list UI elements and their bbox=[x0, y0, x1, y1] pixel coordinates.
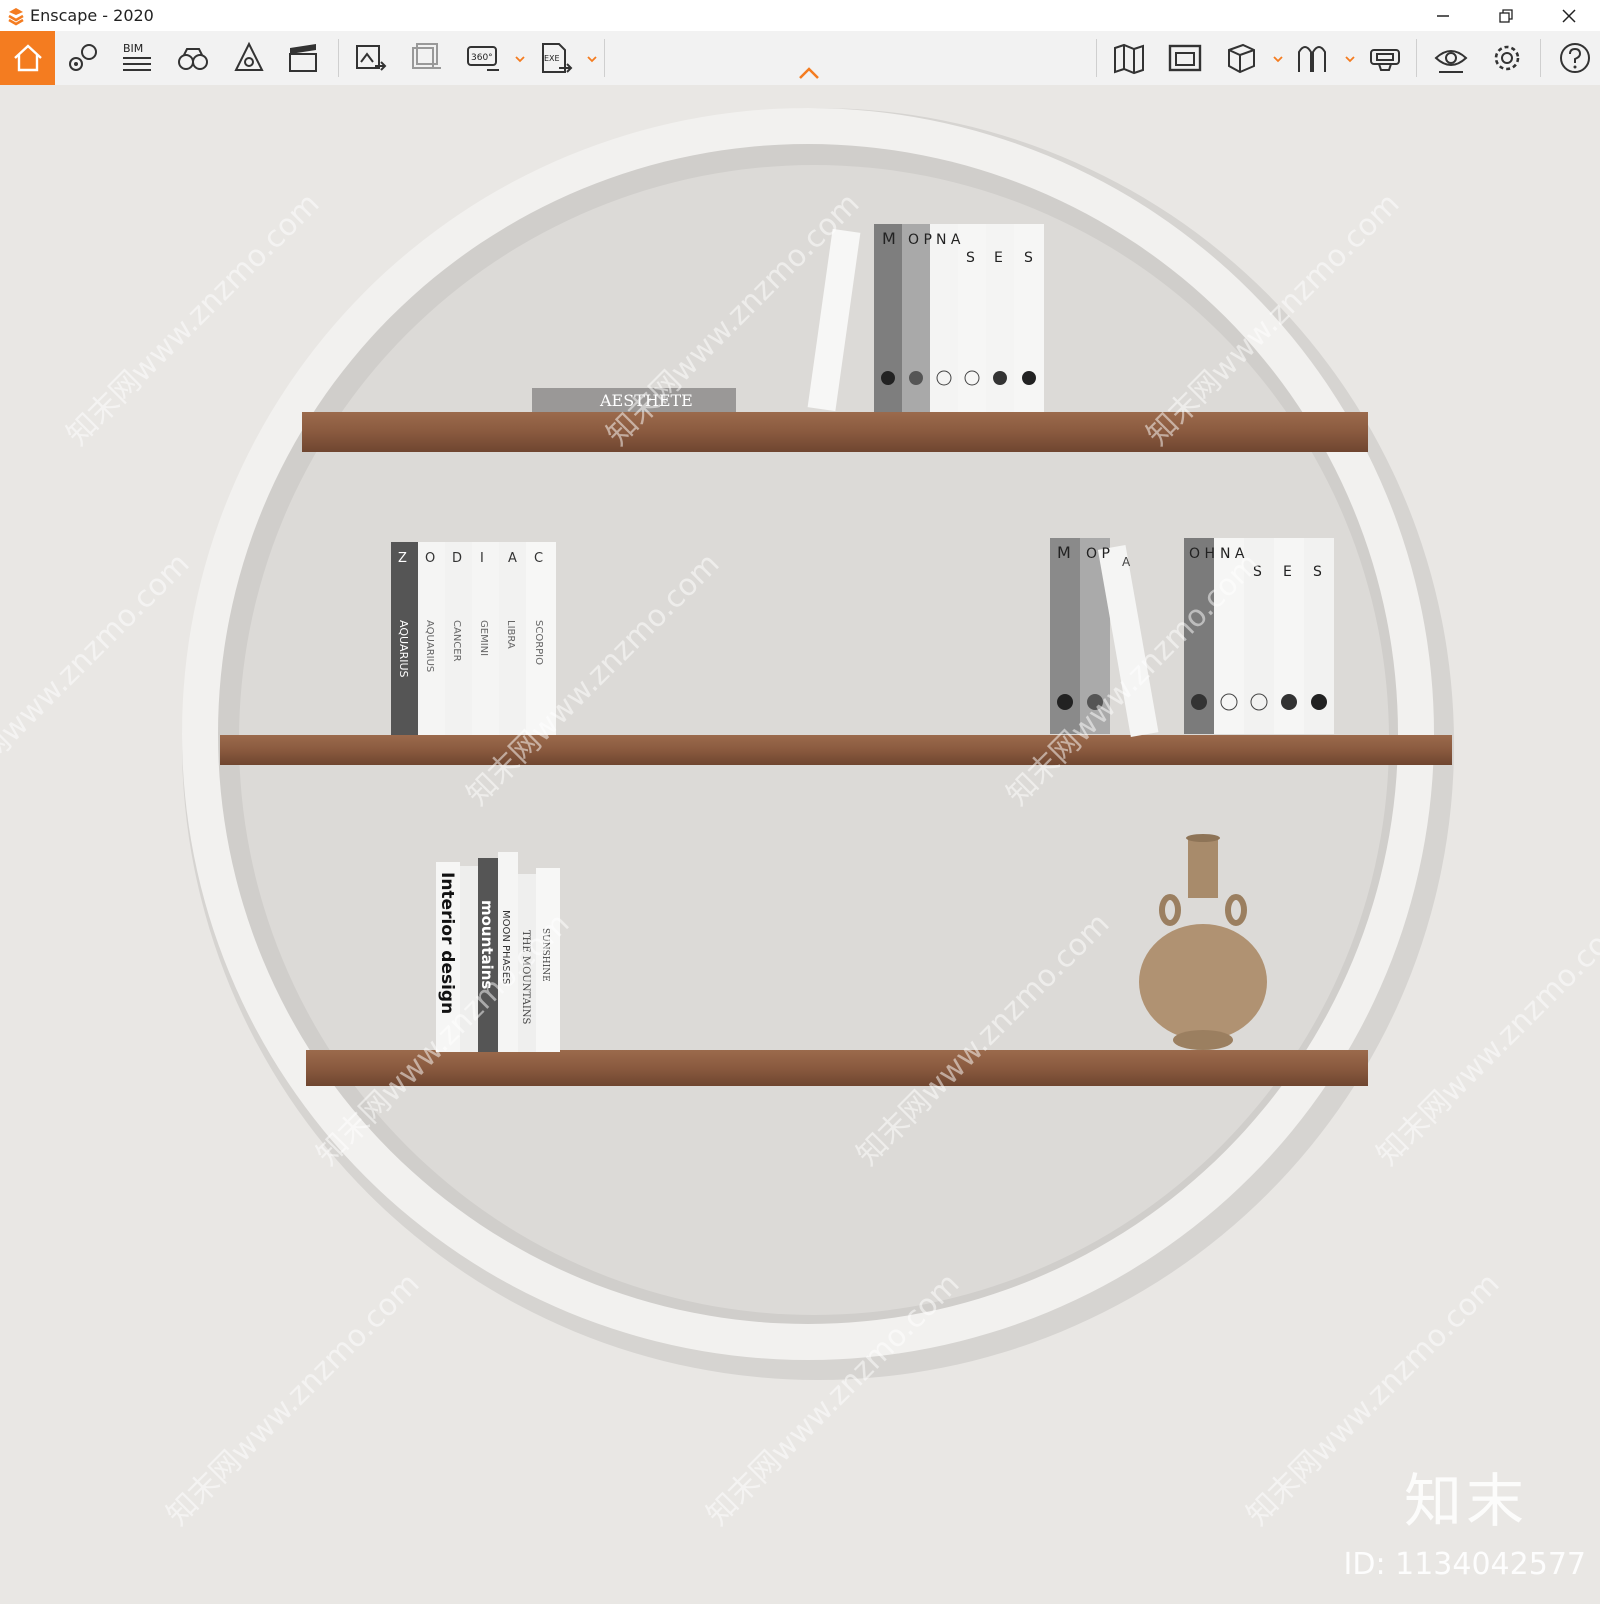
vr-headset-icon bbox=[1370, 49, 1400, 71]
annotation-dropdown-chevron-icon[interactable] bbox=[1344, 53, 1356, 65]
restore-button[interactable] bbox=[1474, 0, 1537, 31]
book-letter: S bbox=[1024, 250, 1033, 266]
export-exe-icon: EXE bbox=[542, 43, 573, 73]
shelf-middle bbox=[220, 735, 1452, 765]
book-letter: M bbox=[882, 229, 896, 248]
batch-render-button[interactable] bbox=[404, 35, 450, 81]
book-letter: M bbox=[1057, 543, 1071, 562]
enscape-logo-icon bbox=[8, 7, 24, 25]
moon-phase-icon bbox=[1311, 694, 1327, 710]
map-button[interactable] bbox=[1106, 35, 1152, 81]
book-letter: O P bbox=[1086, 546, 1110, 562]
collaborative-annotation-button[interactable] bbox=[1290, 35, 1336, 81]
light-object-icon bbox=[234, 41, 264, 71]
book-letter: A bbox=[1122, 555, 1131, 569]
moon-phase-icon bbox=[909, 371, 923, 385]
book-spine-text: AQUARIUS bbox=[424, 620, 435, 672]
close-button[interactable] bbox=[1537, 0, 1600, 31]
book-spine-text: CANCER bbox=[451, 620, 462, 662]
objects-button[interactable] bbox=[226, 35, 272, 81]
restore-icon bbox=[1498, 8, 1513, 23]
screenshot-icon bbox=[1168, 44, 1202, 72]
book-letter: O P bbox=[908, 232, 932, 248]
collapse-toolbar-chevron-icon[interactable] bbox=[798, 66, 820, 80]
video-editor-button[interactable] bbox=[280, 35, 326, 81]
book-na bbox=[930, 224, 958, 412]
moon-phase-icon bbox=[1191, 694, 1207, 710]
minimize-icon bbox=[1436, 14, 1449, 17]
panorama-dropdown-chevron-icon[interactable] bbox=[514, 53, 526, 65]
book-letter: I bbox=[480, 551, 484, 566]
eye-icon bbox=[1434, 50, 1468, 73]
export-exe-button[interactable]: EXE bbox=[532, 35, 578, 81]
bim-icon: BIM bbox=[123, 42, 151, 71]
toolbar-divider bbox=[1416, 39, 1417, 77]
render-viewport[interactable]: AESTHETE M O P N A S E S Z O D I A C AQU… bbox=[0, 85, 1600, 1600]
render-image-icon bbox=[356, 45, 387, 71]
book-letter: E bbox=[1283, 564, 1292, 580]
shelf-top bbox=[302, 412, 1368, 452]
exe-label: EXE bbox=[544, 54, 560, 63]
home-button[interactable] bbox=[0, 31, 55, 85]
visual-settings-button[interactable] bbox=[1428, 35, 1474, 81]
help-icon bbox=[1560, 43, 1590, 73]
book-letter: O bbox=[425, 551, 435, 566]
book-letter: Z bbox=[398, 551, 407, 566]
panorama-button[interactable]: 360° bbox=[460, 35, 506, 81]
general-settings-button[interactable] bbox=[1484, 35, 1530, 81]
book-letter: A bbox=[508, 551, 517, 566]
window-title: Enscape - 2020 bbox=[30, 6, 154, 25]
export-dropdown-chevron-icon[interactable] bbox=[586, 53, 598, 65]
bookshelf-render: AESTHETE M O P N A S E S Z O D I A C AQU… bbox=[0, 85, 1600, 1600]
book-spine-text: GEMINI bbox=[478, 620, 489, 656]
batch-render-icon bbox=[412, 43, 441, 69]
orthographic-view-button[interactable] bbox=[1218, 35, 1264, 81]
book-letter: D bbox=[452, 551, 462, 566]
view-dropdown-chevron-icon[interactable] bbox=[1272, 53, 1284, 65]
asset-library-button[interactable] bbox=[60, 35, 106, 81]
render-image-button[interactable] bbox=[348, 35, 394, 81]
bim-button[interactable]: BIM bbox=[114, 35, 160, 81]
asset-id-label: ID: 1134042577 bbox=[1343, 1547, 1586, 1582]
book-letter: E bbox=[994, 250, 1003, 266]
moon-phase-icon bbox=[1022, 371, 1036, 385]
close-icon bbox=[1561, 8, 1576, 23]
book-letter: O H bbox=[1189, 546, 1215, 562]
moon-phase-icon bbox=[881, 371, 895, 385]
book-spine-text: LIBRA bbox=[505, 620, 516, 649]
toolbar-divider bbox=[1096, 39, 1097, 77]
moon-phase-icon bbox=[1281, 694, 1297, 710]
book-letter: S bbox=[1313, 564, 1322, 580]
gear-icon bbox=[1494, 45, 1520, 71]
brand-watermark: 知末 bbox=[1403, 1467, 1528, 1535]
vr-headset-button[interactable] bbox=[1362, 35, 1408, 81]
toolbar-divider bbox=[604, 39, 605, 77]
book-spine-text: SCORPIO bbox=[533, 620, 544, 665]
help-button[interactable] bbox=[1552, 35, 1598, 81]
book-letter: C bbox=[534, 551, 543, 566]
binoculars-icon bbox=[178, 48, 208, 70]
clapperboard-icon bbox=[289, 44, 317, 72]
cube-icon bbox=[1228, 43, 1255, 74]
views-button[interactable] bbox=[170, 35, 216, 81]
panorama-label: 360° bbox=[471, 53, 493, 63]
title-bar: Enscape - 2020 bbox=[0, 0, 1600, 31]
minimize-button[interactable] bbox=[1411, 0, 1474, 31]
book-letter: S bbox=[966, 250, 975, 266]
toolbar-divider bbox=[1540, 39, 1541, 77]
asset-library-icon bbox=[69, 44, 97, 71]
book-spine-text: AQUARIUS bbox=[397, 620, 410, 678]
home-icon bbox=[13, 44, 42, 72]
map-icon bbox=[1114, 43, 1144, 75]
book-letter: N A bbox=[936, 232, 961, 248]
shelf-bottom bbox=[306, 1050, 1368, 1086]
bim-label: BIM bbox=[123, 42, 143, 55]
toolbar-divider bbox=[338, 39, 339, 77]
people-icon bbox=[1298, 46, 1326, 72]
panorama-360-icon: 360° bbox=[467, 46, 499, 71]
moon-phase-icon bbox=[993, 371, 1007, 385]
screenshot-button[interactable] bbox=[1162, 35, 1208, 81]
